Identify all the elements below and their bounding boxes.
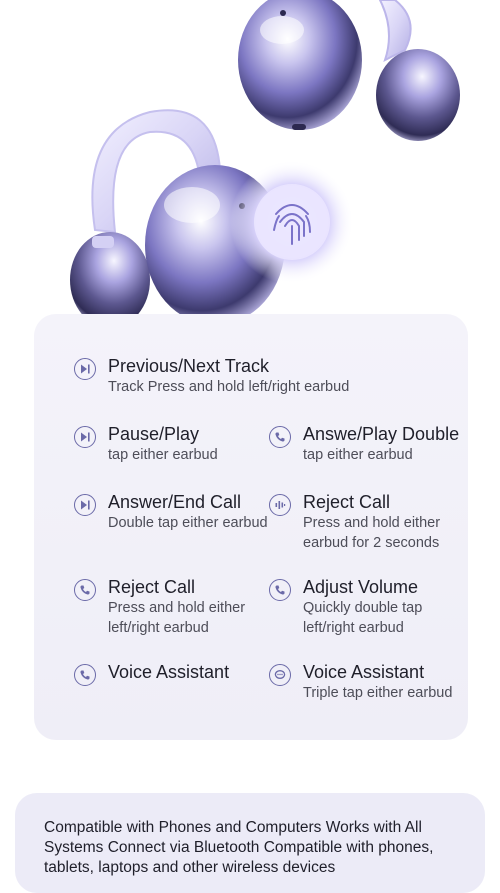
- feature-title: Reject Call: [303, 492, 391, 512]
- compatibility-card: Compatible with Phones and Computers Wor…: [15, 793, 485, 893]
- feature-title: Previous/Next Track: [108, 356, 270, 376]
- phone-icon: [74, 579, 96, 601]
- feature-description: Track Press and hold left/right earbud: [108, 379, 350, 395]
- feature-title: Reject Call: [108, 577, 196, 597]
- feature-description: Press and hold either earbud for 2 secon…: [303, 515, 441, 551]
- feature-title: Answer/End Call: [108, 492, 242, 512]
- play-skip-icon: [74, 426, 96, 448]
- feature-title: Voice Assistant: [108, 662, 230, 682]
- feature-description: Quickly double tap left/right earbud: [303, 600, 423, 636]
- feature-description: Double tap either earbud: [108, 515, 268, 531]
- phone-icon: [74, 664, 96, 686]
- feature-description: tap either earbud: [108, 447, 218, 463]
- phone-icon: [269, 579, 291, 601]
- feature-title: Pause/Play: [108, 424, 200, 444]
- feature-title: Answe/Play Double: [303, 424, 460, 444]
- play-skip-icon: [74, 494, 96, 516]
- compatibility-text: Compatible with Phones and Computers Wor…: [44, 819, 434, 876]
- chat-icon: [269, 664, 291, 686]
- feature-description: Press and hold either left/right earbud: [108, 600, 246, 636]
- feature-title: Voice Assistant: [303, 662, 425, 682]
- phone-icon: [269, 426, 291, 448]
- feature-title: Adjust Volume: [303, 577, 419, 597]
- volume-bars-icon: [269, 494, 291, 516]
- feature-description: tap either earbud: [303, 447, 413, 463]
- play-skip-icon: [74, 358, 96, 380]
- feature-description: Triple tap either earbud: [303, 685, 453, 701]
- earbuds-product-image: [70, 0, 460, 328]
